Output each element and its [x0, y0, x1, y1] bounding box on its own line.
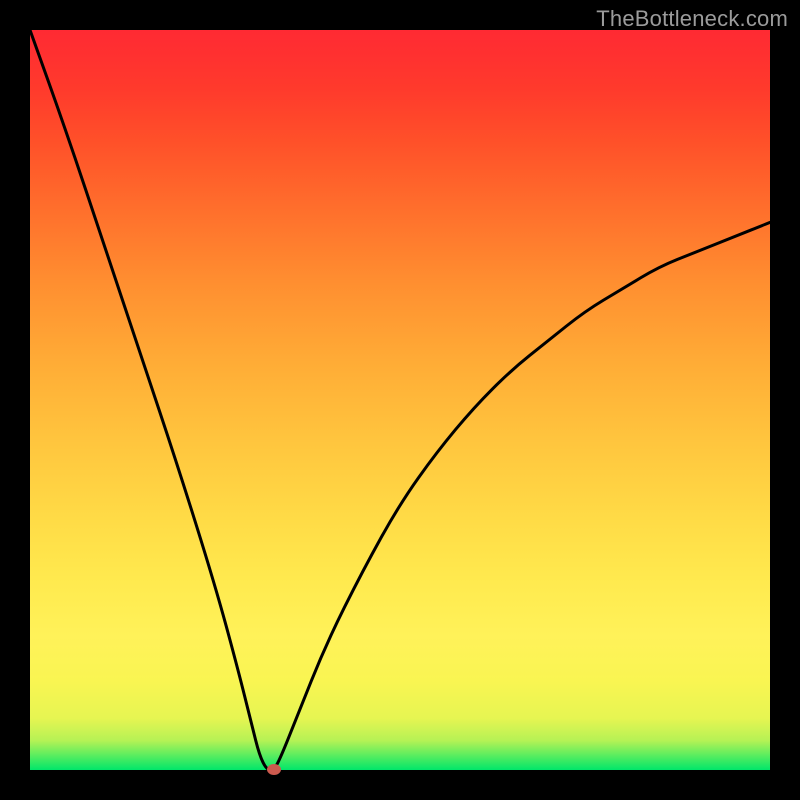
bottleneck-curve-path — [30, 30, 770, 770]
plot-area — [30, 30, 770, 770]
watermark-text: TheBottleneck.com — [596, 6, 788, 32]
optimal-point-marker — [267, 764, 281, 775]
chart-frame: TheBottleneck.com — [0, 0, 800, 800]
curve-svg — [30, 30, 770, 770]
